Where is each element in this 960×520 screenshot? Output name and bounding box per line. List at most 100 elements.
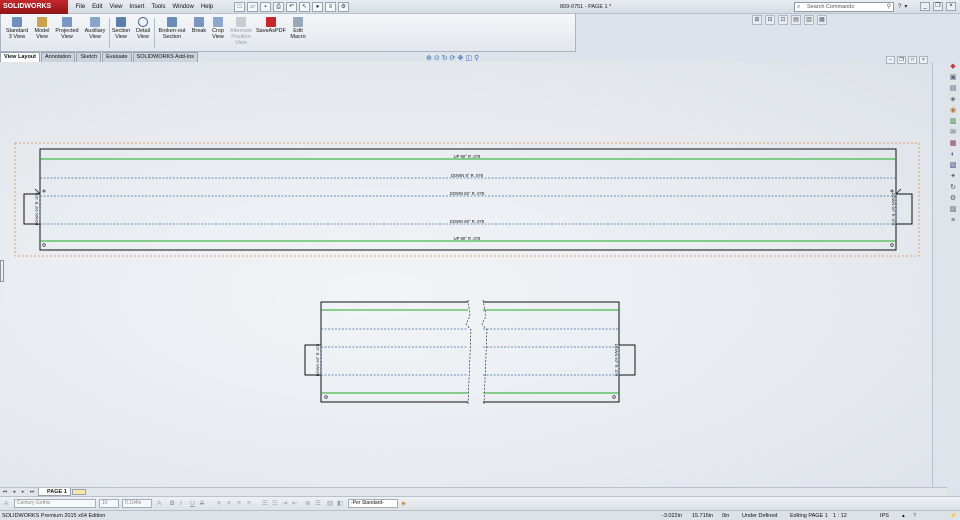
search-commands-input[interactable]: ⌕ Search Commands ⚲ <box>794 2 894 12</box>
grid-icon[interactable]: ⊟ <box>765 15 775 25</box>
view-palette-icon[interactable]: ◈ <box>948 95 958 104</box>
bend-note[interactable]: DOWN 8° R .078 <box>451 173 484 178</box>
tab-evaluate[interactable]: Evaluate <box>102 52 132 62</box>
bullet-list-icon[interactable]: ☰ <box>262 499 268 508</box>
help-status-icon[interactable]: ? <box>913 511 916 520</box>
layer-properties-icon[interactable]: ◈ <box>401 499 406 508</box>
font-color-icon[interactable]: A <box>4 499 8 508</box>
minimize-icon[interactable]: _ <box>920 2 930 11</box>
text-height-icon[interactable]: A <box>157 499 161 508</box>
sheet-tab-page-1[interactable]: PAGE 1 <box>38 488 71 496</box>
open-folder-icon[interactable]: ▱ <box>247 2 258 12</box>
viewport-restore-icon[interactable]: ❐ <box>897 56 906 64</box>
next-sheet-icon[interactable]: ▸ <box>19 489 27 496</box>
menu-help[interactable]: Help <box>197 0 216 14</box>
settings-icon[interactable]: ⚙ <box>948 194 958 203</box>
previous-view-icon[interactable]: ↻ <box>442 55 448 63</box>
layout-icon[interactable]: ▨ <box>948 205 958 214</box>
bend-note[interactable]: UP 90° R .078 <box>454 154 481 159</box>
layout-icon[interactable]: ⊡ <box>778 15 788 25</box>
menu-window[interactable]: Window <box>169 0 197 14</box>
font-size-select[interactable]: 10 <box>99 499 119 508</box>
viewport-maximize-icon[interactable]: □ <box>908 56 917 64</box>
outdent-icon[interactable]: ⇤ <box>292 499 297 508</box>
line-style-icon[interactable]: ≣ <box>305 499 310 508</box>
unit-system-arrow-icon[interactable]: ▴ <box>902 511 905 520</box>
align-icon[interactable]: ⊞ <box>752 15 762 25</box>
indent-icon[interactable]: ⇥ <box>282 499 287 508</box>
bend-note[interactable]: DOWN 90° R .078 <box>450 219 485 224</box>
sheet-scale[interactable]: 1 : 12 <box>833 511 847 520</box>
design-library-icon[interactable]: ▣ <box>948 73 958 82</box>
file-properties-icon[interactable]: ≡ <box>325 2 336 12</box>
first-sheet-icon[interactable]: ⏮ <box>1 489 9 496</box>
broken-view[interactable]: DOWN 90° R .078 DOWN 90° R .078 <box>304 299 636 405</box>
new-document-icon[interactable]: □ <box>234 2 245 12</box>
rendering-icon[interactable]: ▧ <box>948 161 958 170</box>
solidworks-resources-icon[interactable]: ◆ <box>948 62 958 71</box>
color-icon[interactable]: ◧ <box>337 499 343 508</box>
break-button[interactable]: Break <box>190 17 208 34</box>
side-bend-note[interactable]: DOWN 90° R .078 <box>315 343 320 376</box>
print-icon[interactable]: ⎙ <box>273 2 284 12</box>
3d-content-icon[interactable]: ↻ <box>948 183 958 192</box>
menu-insert[interactable]: Insert <box>126 0 148 14</box>
projected-view-button[interactable]: Projected View <box>54 17 80 40</box>
restore-icon[interactable]: ❐ <box>933 2 943 11</box>
hatch-icon[interactable]: ▨ <box>327 499 333 508</box>
hide-show-items-icon[interactable]: ⚲ <box>474 55 479 63</box>
auxiliary-view-button[interactable]: Auxiliary View <box>82 17 108 40</box>
pan-icon[interactable]: ✥ <box>458 55 464 63</box>
strikethrough-icon[interactable]: S <box>200 499 204 508</box>
drawing-canvas[interactable]: UP 90° R .078 DOWN 8° R .078 DOWN 82° R … <box>0 62 947 487</box>
line-thickness-icon[interactable]: ☰ <box>315 499 321 508</box>
detail-view-button[interactable]: Detail View <box>133 17 153 40</box>
toolbox-icon[interactable]: ▦ <box>948 139 958 148</box>
align-right-icon[interactable]: ≡ <box>237 499 241 508</box>
list-icon[interactable]: ≡ <box>948 216 958 225</box>
undo-icon[interactable]: ↶ <box>286 2 297 12</box>
feature-manager-flyout-handle[interactable] <box>0 260 4 282</box>
crop-view-button[interactable]: Crop View <box>209 17 227 40</box>
zoom-to-area-icon[interactable]: ⊙ <box>434 55 440 63</box>
flat-pattern-view[interactable]: UP 90° R .078 DOWN 8° R .078 DOWN 82° R … <box>14 142 920 257</box>
costing-icon[interactable]: ✦ <box>948 172 958 181</box>
search-icon[interactable]: ⚲ <box>887 3 891 11</box>
layer-select[interactable]: -Per Standard- <box>348 499 398 508</box>
select-arrow-icon[interactable]: ↖ <box>299 2 310 12</box>
help-question-icon[interactable]: ? <box>898 2 901 12</box>
underline-icon[interactable]: U <box>190 499 195 508</box>
close-icon[interactable]: × <box>946 2 956 11</box>
menu-tools[interactable]: Tools <box>148 0 169 14</box>
font-select[interactable]: Century Gothic <box>14 499 96 508</box>
model-view-button[interactable]: Model View <box>31 17 53 40</box>
display-style-icon[interactable]: ◫ <box>465 55 472 63</box>
font-height-input[interactable]: 0.104in <box>122 499 152 508</box>
menu-file[interactable]: File <box>72 0 89 14</box>
viewport-minimize-icon[interactable]: – <box>886 56 895 64</box>
format-icon[interactable]: ▤ <box>791 15 801 25</box>
align-center-icon[interactable]: ≡ <box>227 499 231 508</box>
zoom-to-fit-icon[interactable]: ⊕ <box>426 55 432 63</box>
options-icon[interactable]: ⚙ <box>338 2 349 12</box>
tab-annotation[interactable]: Annotation <box>41 52 76 62</box>
side-bend-note[interactable]: DOWN 90° R .078 <box>34 192 39 225</box>
edit-macro-button[interactable]: Edit Macro <box>288 17 308 40</box>
rebuild-icon[interactable]: ● <box>312 2 323 12</box>
alternate-position-view-button[interactable]: Alternate Position View <box>228 17 254 46</box>
standard-3-view-button[interactable]: Standard 3 View <box>4 17 30 40</box>
broken-out-section-button[interactable]: Broken-out Section <box>155 17 189 40</box>
viewport-close-icon[interactable]: × <box>919 56 928 64</box>
save-as-pdf-button[interactable]: SaveAsPDF <box>256 17 286 34</box>
menu-edit[interactable]: Edit <box>89 0 106 14</box>
tab-view-layout[interactable]: View Layout <box>0 52 40 62</box>
stack-icon[interactable]: ▥ <box>804 15 814 25</box>
justify-icon[interactable]: ≡ <box>247 499 251 508</box>
unit-system[interactable]: IPS <box>880 511 889 520</box>
appearances-icon[interactable]: ◉ <box>948 106 958 115</box>
align-left-icon[interactable]: ≡ <box>217 499 221 508</box>
previous-sheet-icon[interactable]: ◂ <box>10 489 18 496</box>
rebuild-status-icon[interactable]: ⚡ <box>950 511 957 520</box>
table-icon[interactable]: ▦ <box>817 15 827 25</box>
side-bend-note[interactable]: DOWN 90° R .078 <box>614 344 619 377</box>
